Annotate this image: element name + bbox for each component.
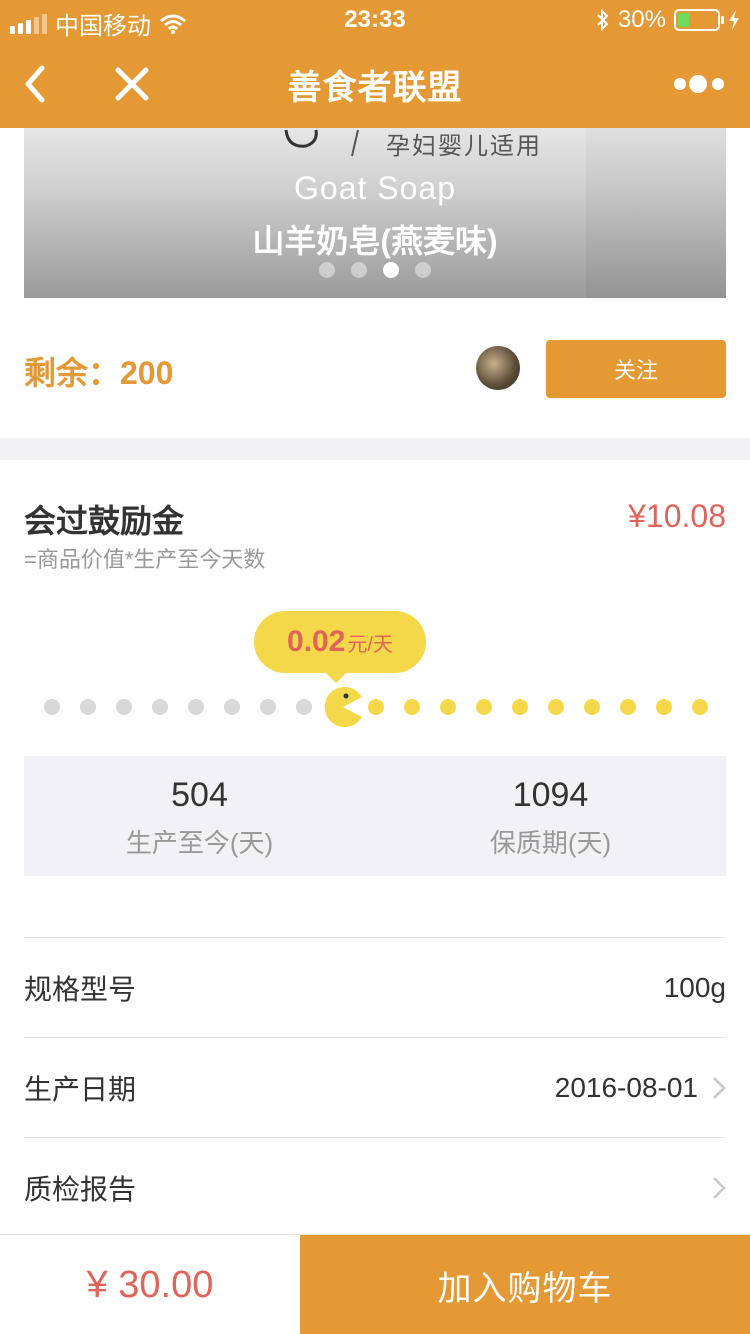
top-bar: 中国移动 23:33 30% 善食者联盟 xyxy=(0,0,750,128)
reward-amount: ¥10.08 xyxy=(628,498,726,534)
status-right: 30% xyxy=(596,6,740,34)
row-production-date[interactable]: 生产日期 2016-08-01 xyxy=(24,1038,726,1138)
stat-label: 生产至今(天) xyxy=(125,828,274,858)
progress-track xyxy=(44,686,710,728)
banner-deco-text: 孕妇婴儿适用 xyxy=(386,133,542,160)
bottom-bar: ¥ 30.00 加入购物车 xyxy=(0,1234,750,1334)
chevron-right-icon xyxy=(713,1177,726,1199)
progress-dot-remaining xyxy=(512,699,528,715)
progress-dot-remaining xyxy=(404,699,420,715)
progress-dot-remaining xyxy=(656,699,672,715)
add-to-cart-button[interactable]: 加入购物车 xyxy=(300,1235,750,1334)
stat-shelf-life: 1094 保质期(天) xyxy=(375,756,726,876)
row-value-group xyxy=(712,1176,726,1200)
progress-dot-passed xyxy=(188,699,204,715)
row-value: 100g xyxy=(663,972,726,1003)
progress-dot-remaining xyxy=(692,699,708,715)
total-price: ¥ 30.00 xyxy=(86,1263,214,1306)
banner-title-en: Goat Soap xyxy=(294,170,456,206)
pacman-icon xyxy=(324,687,362,727)
progress-dot-passed xyxy=(152,699,168,715)
progress-dot-remaining xyxy=(368,699,384,715)
reward-formula: =商品价值*生产至今天数 xyxy=(24,547,266,572)
row-spec: 规格型号 100g xyxy=(24,938,726,1038)
progress-dot-passed xyxy=(44,699,60,715)
carousel-indicator[interactable] xyxy=(24,262,726,278)
row-label: 质检报告 xyxy=(24,1174,137,1205)
more-dots-icon[interactable] xyxy=(672,70,728,98)
row-label: 规格型号 xyxy=(24,974,137,1005)
progress-dot-passed xyxy=(260,699,276,715)
progress-dot-remaining xyxy=(440,699,456,715)
daily-rate-bubble: 0.02 元/天 xyxy=(254,611,426,683)
progress-dot-remaining xyxy=(620,699,636,715)
carousel-dot[interactable] xyxy=(383,262,399,278)
banner-logo-fragment xyxy=(284,129,359,157)
stat-value: 1094 xyxy=(512,776,589,814)
nav-bar: 善食者联盟 xyxy=(0,40,750,128)
remaining-stock: 剩余：200 xyxy=(24,355,174,391)
stat-value: 504 xyxy=(171,776,228,814)
page-title: 善食者联盟 xyxy=(287,69,463,107)
chevron-right-icon xyxy=(713,1077,726,1099)
follow-button[interactable]: 关注 xyxy=(546,340,726,398)
reward-title: 会过鼓励金 xyxy=(24,503,185,539)
charging-icon xyxy=(729,10,739,30)
product-banner[interactable]: 孕妇婴儿适用 Goat Soap 山羊奶皂(燕麦味) xyxy=(24,128,726,298)
carousel-dot[interactable] xyxy=(351,262,367,278)
daily-rate-value: 0.02 xyxy=(287,625,346,658)
row-inspection-report[interactable]: 质检报告 xyxy=(24,1138,726,1238)
progress-dot-passed xyxy=(80,699,96,715)
row-value-group: 2016-08-01 xyxy=(555,1072,726,1104)
section-gap xyxy=(0,438,750,460)
progress-dot-remaining xyxy=(548,699,564,715)
carousel-dot[interactable] xyxy=(415,262,431,278)
progress-dot-passed xyxy=(116,699,132,715)
progress-dot-remaining xyxy=(476,699,492,715)
bluetooth-icon xyxy=(597,9,609,31)
row-label: 生产日期 xyxy=(24,1074,137,1105)
stat-produced-days: 504 生产至今(天) xyxy=(24,756,375,876)
stats-panel: 504 生产至今(天) 1094 保质期(天) xyxy=(24,756,726,876)
avatar[interactable] xyxy=(476,346,520,390)
banner-title-cn: 山羊奶皂(燕麦味) xyxy=(252,223,498,259)
row-value: 2016-08-01 xyxy=(554,1072,698,1103)
battery-icon xyxy=(674,9,724,31)
progress-dot-passed xyxy=(224,699,240,715)
status-bar: 中国移动 23:33 30% xyxy=(0,0,750,40)
progress-dot-passed xyxy=(296,699,312,715)
product-page: 中国移动 23:33 30% 善食者联盟 孕妇婴儿适用 Goat Soap 山羊… xyxy=(0,0,750,1334)
battery-level xyxy=(678,13,689,27)
stat-label: 保质期(天) xyxy=(489,828,612,858)
daily-rate-unit: 元/天 xyxy=(347,633,393,656)
battery-percent: 30% xyxy=(617,6,666,33)
carousel-dot[interactable] xyxy=(319,262,335,278)
progress-dot-remaining xyxy=(584,699,600,715)
